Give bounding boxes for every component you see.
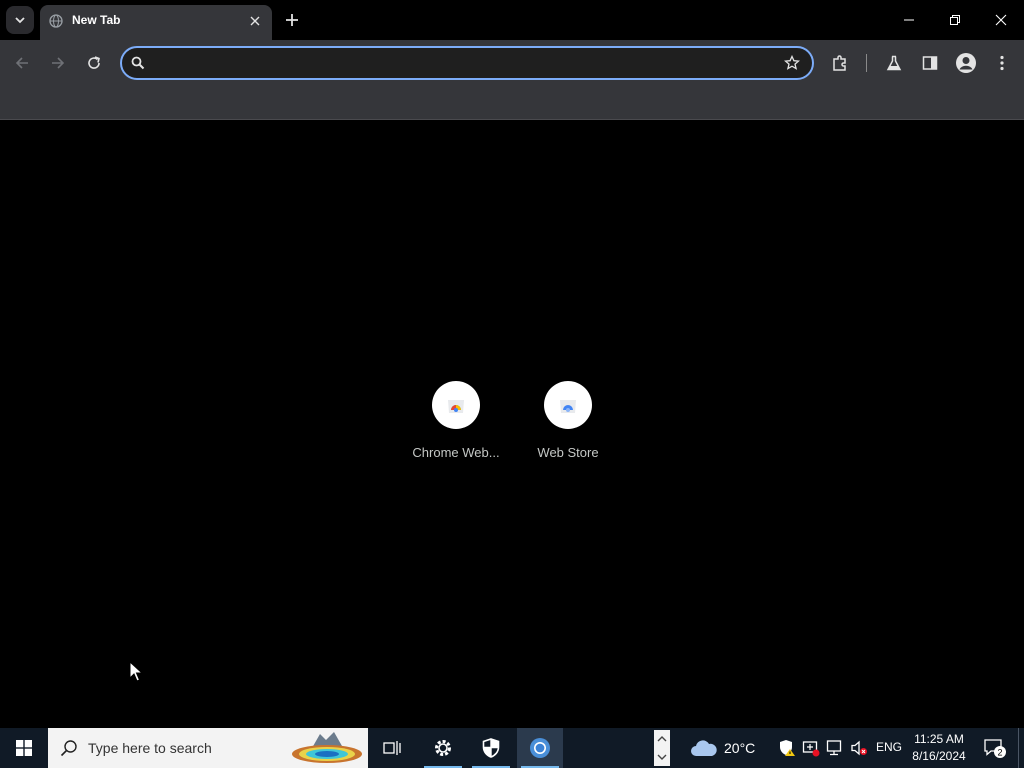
forward-icon xyxy=(52,57,65,69)
task-view-button[interactable] xyxy=(369,728,415,768)
device-warning-icon xyxy=(802,741,820,757)
notification-count: 2 xyxy=(997,748,1002,758)
restore-button[interactable] xyxy=(932,0,978,40)
weather-widget[interactable]: 20°C xyxy=(690,728,755,768)
side-panel-icon xyxy=(922,56,938,70)
taskbar-app-settings[interactable] xyxy=(420,728,466,768)
restore-icon xyxy=(950,15,960,25)
browser-window: New Tab Chrome Web... Web Store xyxy=(0,0,1024,728)
labs-button[interactable] xyxy=(880,49,908,77)
tray-volume[interactable] xyxy=(850,739,868,757)
side-panel-button[interactable] xyxy=(916,49,944,77)
menu-button[interactable] xyxy=(988,49,1016,77)
close-window-button[interactable] xyxy=(978,0,1024,40)
address-bar[interactable] xyxy=(120,46,814,80)
action-center-button[interactable]: 2 xyxy=(978,728,1012,768)
menu-icon xyxy=(1000,55,1004,71)
minimize-button[interactable] xyxy=(886,0,932,40)
search-icon xyxy=(60,740,77,757)
tray-security-alert[interactable] xyxy=(778,739,796,757)
reload-button[interactable] xyxy=(80,49,108,77)
address-input[interactable] xyxy=(156,52,776,74)
plus-icon xyxy=(286,14,298,26)
settings-icon xyxy=(435,740,451,756)
bookmark-star-button[interactable] xyxy=(782,53,802,73)
close-icon xyxy=(995,14,1007,26)
clock-date: 8/16/2024 xyxy=(912,749,966,763)
taskbar-app-chrome[interactable] xyxy=(517,728,563,768)
tab-title: New Tab xyxy=(72,13,121,27)
task-view-icon xyxy=(383,741,401,755)
shortcut-label: Chrome Web... xyxy=(412,445,500,460)
tray-overflow-scroller[interactable] xyxy=(654,730,670,766)
minimize-icon xyxy=(904,19,914,21)
chrome-web-store-icon xyxy=(448,400,464,413)
reload-icon xyxy=(88,56,100,69)
tab-search-button[interactable] xyxy=(6,6,34,34)
taskbar-clock[interactable]: 11:25 AM 8/16/2024 xyxy=(906,731,972,765)
chevron-up-icon xyxy=(657,736,667,742)
extensions-button[interactable] xyxy=(826,49,854,77)
cloud-icon xyxy=(691,740,717,756)
chrome-icon xyxy=(530,738,550,758)
tray-network[interactable] xyxy=(826,739,844,757)
chevron-down-icon xyxy=(657,754,667,760)
close-icon xyxy=(250,16,260,26)
globe-icon xyxy=(49,14,63,28)
search-icon xyxy=(131,56,145,70)
web-store-icon xyxy=(560,400,576,413)
toolbar-divider xyxy=(866,54,867,72)
shortcut-icon-circle xyxy=(544,381,592,429)
bookmarks-bar xyxy=(0,86,1024,120)
notification-icon: 2 xyxy=(984,739,1006,758)
taskbar-search-box[interactable]: Type here to search xyxy=(48,728,368,768)
input-language[interactable]: ENG xyxy=(876,740,902,754)
shortcut-tile[interactable]: Web Store xyxy=(512,381,624,471)
profile-icon xyxy=(956,53,976,73)
new-tab-button[interactable] xyxy=(280,8,304,32)
start-button[interactable] xyxy=(0,728,48,768)
chevron-down-icon xyxy=(15,17,25,24)
network-icon xyxy=(826,740,842,756)
security-warning-icon xyxy=(780,740,795,756)
mouse-cursor-icon xyxy=(129,661,143,682)
tab-new-tab[interactable]: New Tab xyxy=(40,5,272,40)
volume-muted-icon xyxy=(851,740,867,756)
back-button[interactable] xyxy=(8,49,36,77)
taskbar: Type here to search 20°C ENG 11:25 AM 8/… xyxy=(0,728,1024,768)
search-highlight-image xyxy=(292,732,362,763)
tab-strip: New Tab xyxy=(0,0,1024,40)
shortcut-label: Web Store xyxy=(537,445,599,460)
forward-button[interactable] xyxy=(44,49,72,77)
taskbar-app-security[interactable] xyxy=(468,728,514,768)
back-icon xyxy=(15,57,28,69)
shortcut-icon-circle xyxy=(432,381,480,429)
weather-temperature: 20°C xyxy=(724,740,756,756)
shortcut-tile[interactable]: Chrome Web... xyxy=(400,381,512,471)
labs-flask-icon xyxy=(886,55,902,71)
star-icon xyxy=(784,55,800,70)
windows-logo-icon xyxy=(16,740,32,756)
windows-security-icon xyxy=(482,738,500,758)
new-tab-page: Chrome Web... Web Store xyxy=(0,121,1024,728)
tray-device-alert[interactable] xyxy=(802,739,820,757)
show-desktop-button[interactable] xyxy=(1018,728,1024,768)
profile-button[interactable] xyxy=(952,49,980,77)
extensions-icon xyxy=(833,55,846,71)
browser-toolbar xyxy=(0,40,1024,86)
taskbar-search-placeholder: Type here to search xyxy=(88,740,212,756)
tab-close-button[interactable] xyxy=(246,12,264,30)
clock-time: 11:25 AM xyxy=(914,732,964,746)
